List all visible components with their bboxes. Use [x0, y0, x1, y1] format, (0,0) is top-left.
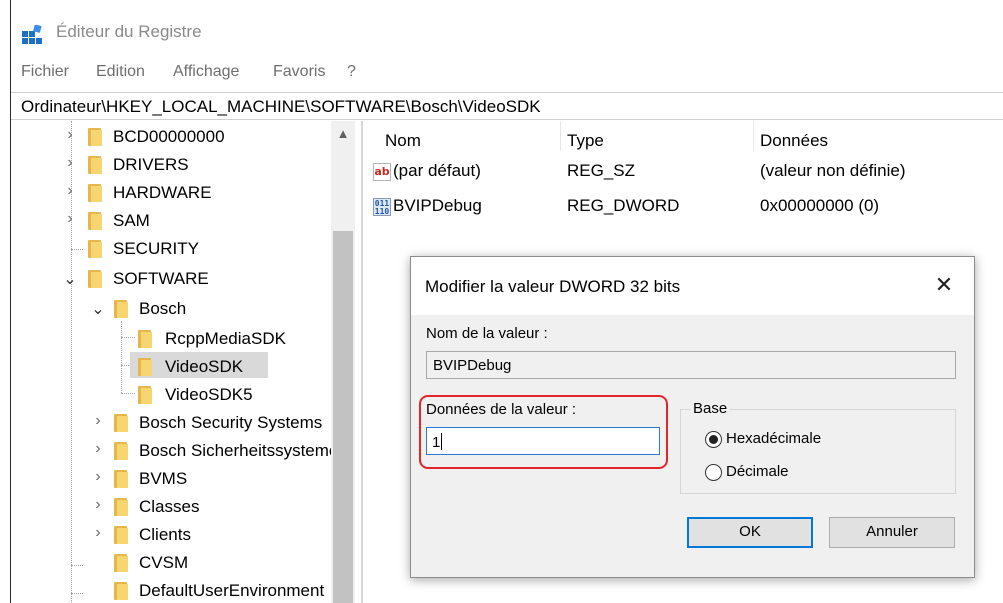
- radio-hexadecimal[interactable]: [705, 431, 722, 448]
- tree-item-label: Bosch: [139, 299, 187, 318]
- base-label: Base: [690, 400, 731, 417]
- value-data: (valeur non définie): [760, 161, 906, 180]
- column-header-name[interactable]: Nom: [385, 131, 421, 151]
- tree-item-label: RcppMediaSDK: [165, 329, 286, 348]
- tree-item-label: SOFTWARE: [113, 269, 209, 288]
- value-name-field: BVIPDebug: [426, 351, 956, 379]
- chevron-right-icon[interactable]: ›: [63, 182, 77, 200]
- value-type: REG_DWORD: [567, 196, 680, 215]
- scrollbar-thumb[interactable]: [333, 231, 353, 603]
- folder-icon: [88, 212, 102, 230]
- folder-icon: [114, 582, 128, 600]
- folder-icon: [88, 184, 102, 202]
- column-header-type[interactable]: Type: [567, 131, 604, 151]
- value-name-label: Nom de la valeur :: [426, 325, 548, 342]
- tree-scrollbar[interactable]: ▲: [331, 121, 355, 603]
- chevron-right-icon[interactable]: ›: [91, 524, 105, 542]
- tree-item-label: BVMS: [139, 469, 188, 488]
- tree-item-label: Bosch Sicherheitssysteme: [139, 441, 339, 460]
- menu-help[interactable]: ?: [347, 63, 356, 81]
- tree-item-label: SECURITY: [113, 239, 199, 258]
- address-path[interactable]: Ordinateur\HKEY_LOCAL_MACHINE\SOFTWARE\B…: [21, 97, 541, 117]
- tree-item-label: Bosch Security Systems: [139, 413, 323, 432]
- folder-icon: [138, 330, 152, 348]
- key-tree-pane[interactable]: › BCD00000000 › DRIVERS › HARDWARE › SAM…: [11, 121, 356, 603]
- tree-item-label: CVSM: [139, 553, 189, 572]
- chevron-right-icon[interactable]: ›: [63, 126, 77, 144]
- radio-hexadecimal-label[interactable]: Hexadécimale: [726, 430, 821, 447]
- value-row-bvipdebug[interactable]: 011 110 BVIPDebug REG_DWORD 0x00000000 (0…: [363, 196, 1003, 222]
- chevron-right-icon[interactable]: ›: [91, 412, 105, 430]
- folder-open-icon: [114, 300, 128, 318]
- tree-item-label: Clients: [139, 525, 191, 544]
- menu-bar: Fichier Edition Affichage Favoris ?: [11, 58, 1003, 88]
- column-divider[interactable]: [560, 121, 561, 151]
- text-caret: [441, 433, 443, 450]
- tree-connector: [121, 321, 122, 393]
- folder-open-icon: [88, 270, 102, 288]
- value-name: BVIPDebug: [393, 196, 482, 215]
- binary-value-icon: 011 110: [373, 198, 391, 216]
- address-bar[interactable]: Ordinateur\HKEY_LOCAL_MACHINE\SOFTWARE\B…: [11, 92, 1003, 120]
- tree-item-label: HARDWARE: [113, 183, 212, 202]
- window-title: Éditeur du Registre: [56, 22, 202, 41]
- chevron-right-icon[interactable]: ›: [63, 210, 77, 228]
- folder-icon: [88, 128, 102, 146]
- value-data-text: 1: [432, 434, 441, 451]
- tree-item-label: VideoSDK5: [165, 385, 253, 404]
- tree-connector: [121, 393, 135, 394]
- folder-icon: [138, 386, 152, 404]
- radio-decimal[interactable]: [705, 464, 722, 481]
- string-value-icon: ab: [373, 163, 391, 181]
- value-data-label: Données de la valeur :: [426, 401, 577, 418]
- tree-connector: [121, 337, 135, 338]
- menu-affichage[interactable]: Affichage: [173, 63, 239, 81]
- tree-item-label: DefaultUserEnvironment: [139, 581, 325, 600]
- tree-connector: [71, 565, 83, 566]
- chevron-right-icon[interactable]: ›: [91, 496, 105, 514]
- cancel-button[interactable]: Annuler: [829, 517, 955, 548]
- folder-icon: [114, 414, 128, 432]
- tree-connector: [71, 249, 83, 250]
- chevron-right-icon[interactable]: ›: [91, 440, 105, 458]
- folder-icon: [88, 156, 102, 174]
- scroll-up-arrow-icon[interactable]: ▲: [331, 121, 355, 145]
- column-divider[interactable]: [753, 121, 754, 151]
- tree-item-label: Classes: [139, 497, 200, 516]
- folder-icon: [88, 240, 102, 258]
- folder-icon: [114, 470, 128, 488]
- registry-editor-app-icon: [22, 25, 42, 44]
- folder-icon: [114, 526, 128, 544]
- dialog-title: Modifier la valeur DWORD 32 bits: [425, 277, 681, 296]
- tree-item-label: BCD00000000: [113, 127, 225, 146]
- value-data: 0x00000000 (0): [760, 196, 880, 215]
- chevron-right-icon[interactable]: ›: [63, 154, 77, 172]
- chevron-right-icon[interactable]: ›: [91, 468, 105, 486]
- tree-item-label: VideoSDK: [165, 357, 244, 376]
- value-row-default[interactable]: ab (par défaut) REG_SZ (valeur non défin…: [363, 161, 1003, 187]
- value-name: (par défaut): [393, 161, 481, 180]
- folder-icon: [114, 554, 128, 572]
- folder-icon: [114, 442, 128, 460]
- chevron-down-icon[interactable]: ⌄: [91, 299, 105, 319]
- tree-item-label: SAM: [113, 211, 150, 230]
- menu-fichier[interactable]: Fichier: [21, 63, 69, 81]
- ok-button[interactable]: OK: [687, 517, 813, 548]
- close-icon[interactable]: ✕: [929, 271, 959, 299]
- base-groupbox: [680, 409, 956, 494]
- menu-edition[interactable]: Edition: [96, 63, 145, 81]
- folder-icon: [114, 498, 128, 516]
- chevron-down-icon[interactable]: ⌄: [63, 269, 77, 289]
- menu-favoris[interactable]: Favoris: [273, 63, 325, 81]
- dialog-title-bar: Modifier la valeur DWORD 32 bits ✕: [411, 257, 974, 315]
- value-data-input[interactable]: 1: [426, 427, 660, 455]
- column-header-data[interactable]: Données: [760, 131, 828, 151]
- tree-connector: [71, 593, 83, 594]
- tree-item-label: DRIVERS: [113, 155, 189, 174]
- folder-icon: [138, 358, 152, 376]
- edit-dword-dialog: Modifier la valeur DWORD 32 bits ✕ Nom d…: [410, 256, 975, 578]
- radio-decimal-label[interactable]: Décimale: [726, 463, 789, 480]
- value-type: REG_SZ: [567, 161, 636, 180]
